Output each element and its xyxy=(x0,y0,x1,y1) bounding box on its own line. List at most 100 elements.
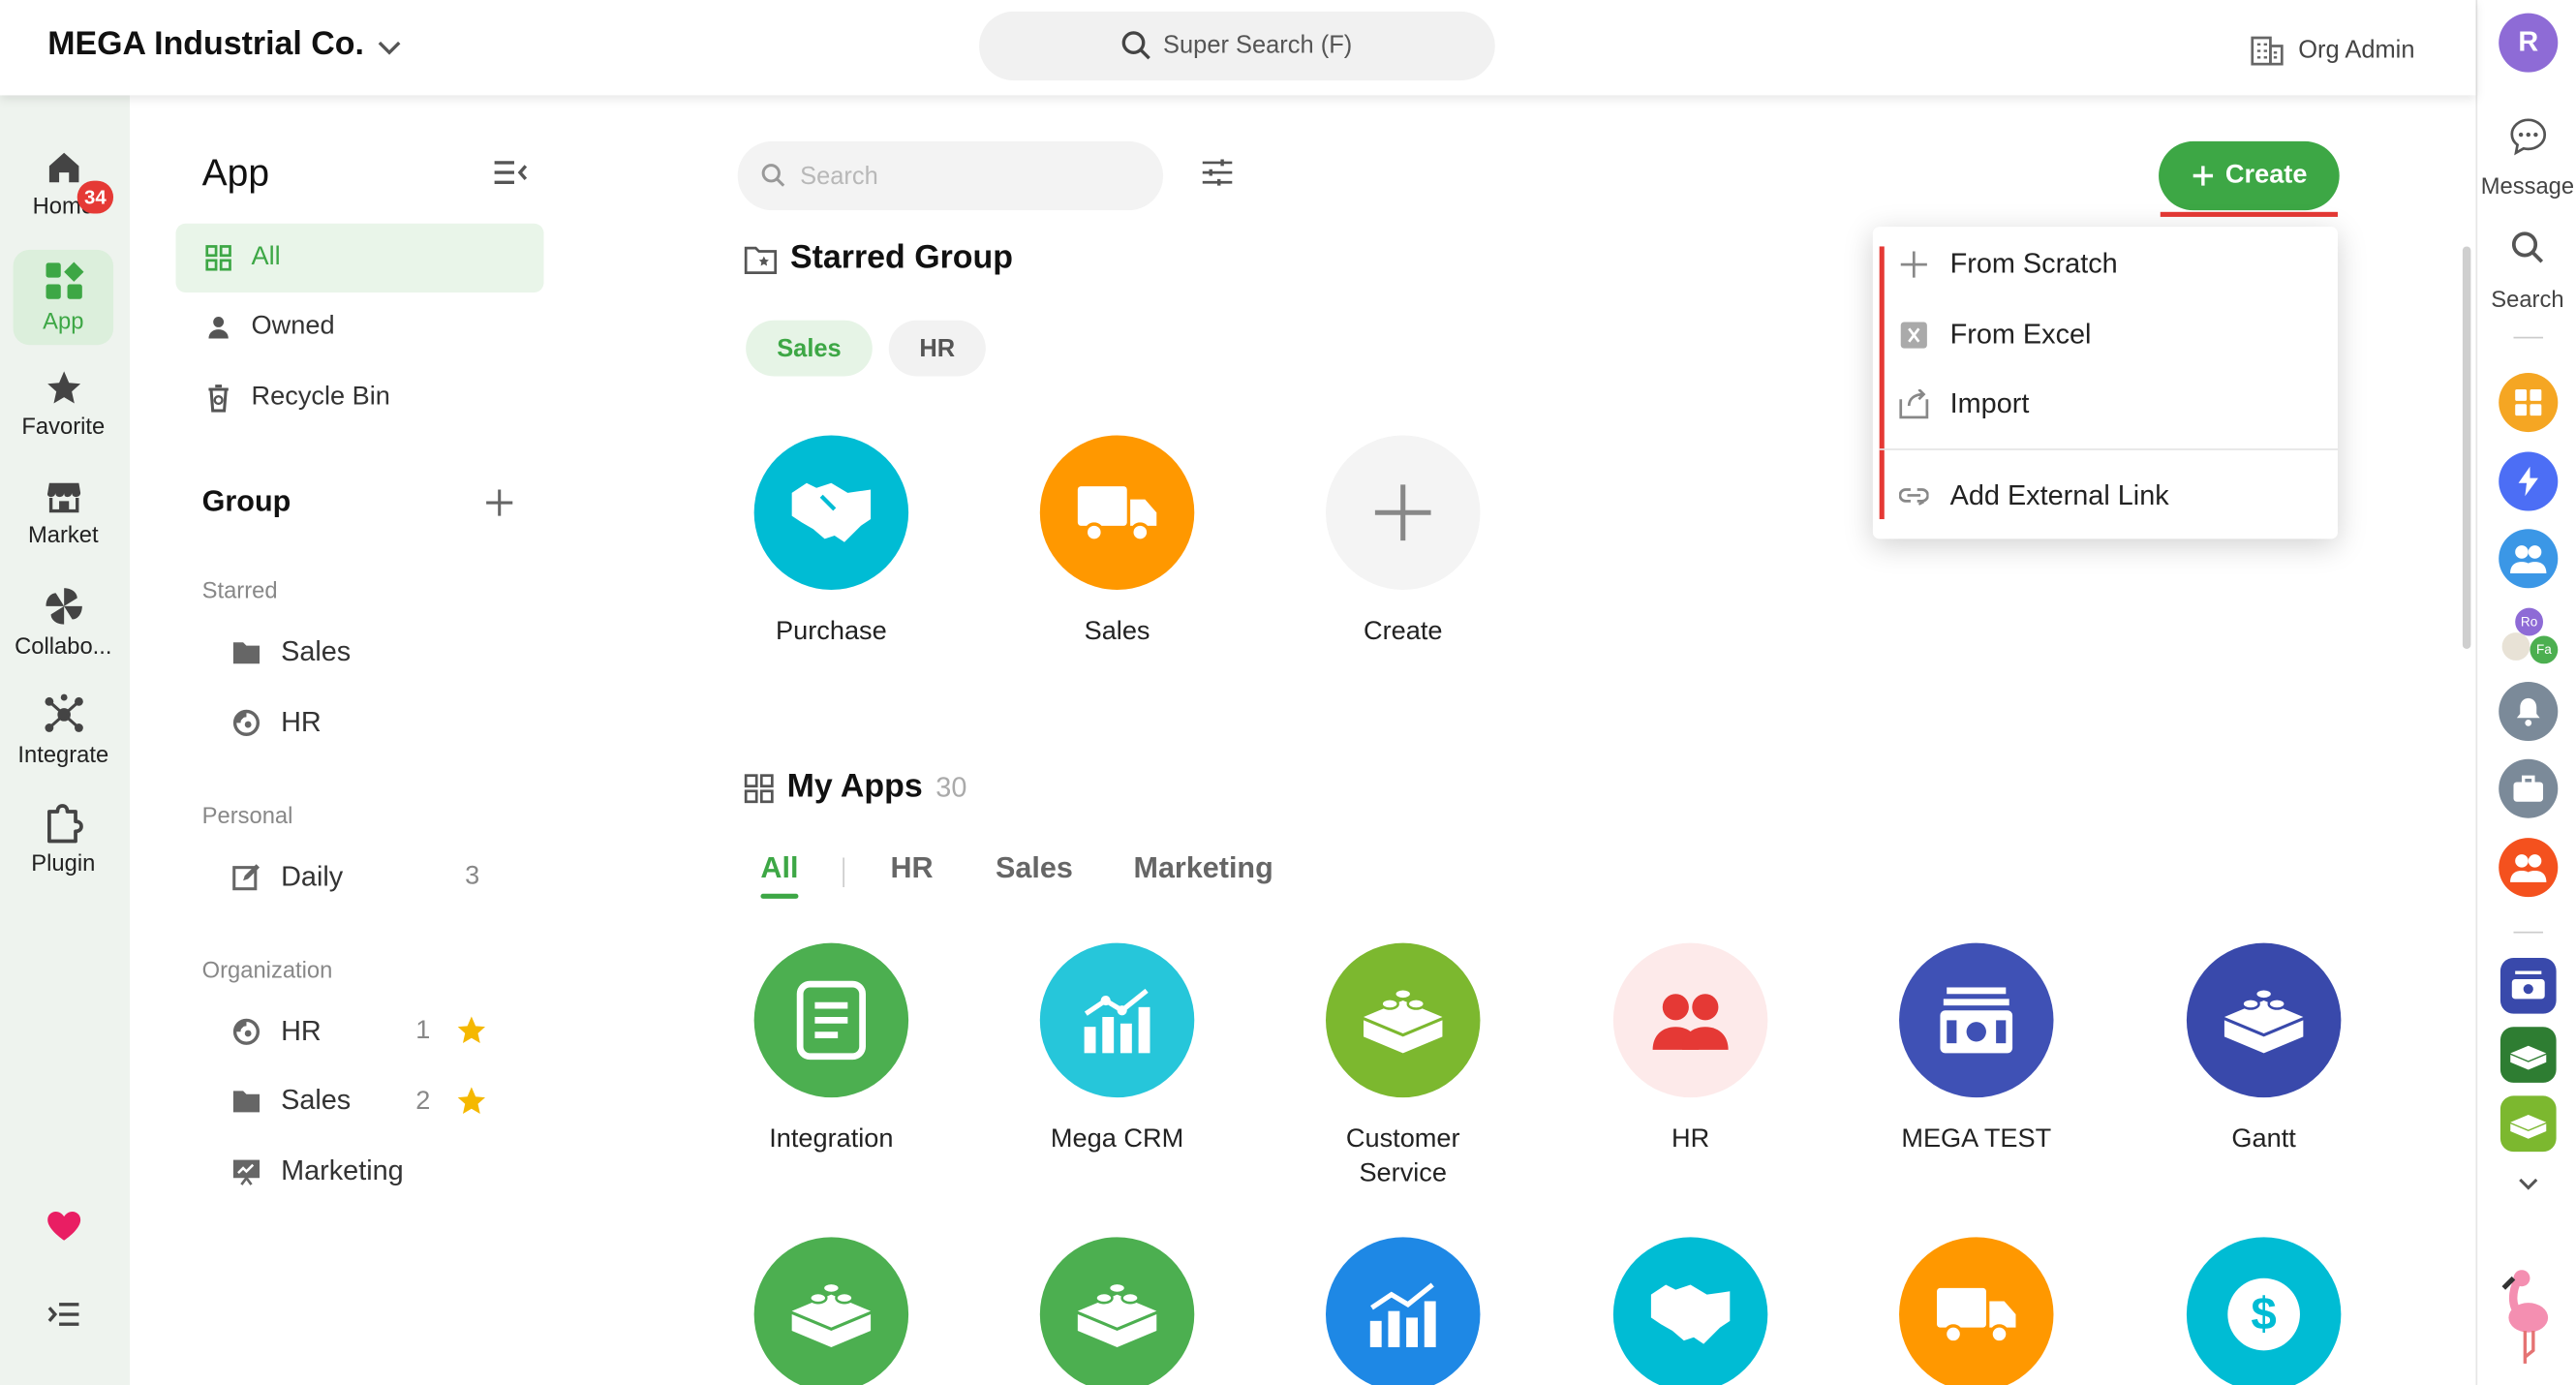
org-name[interactable]: MEGA Industrial Co. xyxy=(47,26,364,64)
edit-note-icon xyxy=(232,864,261,891)
block-icon[interactable] xyxy=(2499,1095,2557,1153)
app-tile-mega-test[interactable]: MEGA TEST xyxy=(1870,942,2084,1157)
menu-item-from-scratch[interactable]: From Scratch xyxy=(1899,240,2118,290)
app-tile-create[interactable]: Create xyxy=(1296,435,1510,650)
group-item-org-hr[interactable]: HR xyxy=(231,1007,322,1057)
user-avatar[interactable]: R xyxy=(2499,13,2559,73)
heart-icon[interactable] xyxy=(46,1209,81,1242)
tab-sales[interactable]: Sales xyxy=(996,851,1073,886)
scrollbar[interactable] xyxy=(2462,246,2471,650)
tab-all[interactable]: All xyxy=(760,851,798,886)
tab-hr[interactable]: HR xyxy=(890,851,933,886)
app-tile-gantt[interactable]: Gantt xyxy=(2157,942,2371,1157)
app-tile-customer-service[interactable]: Customer Service xyxy=(1296,942,1510,1191)
nav-favorite[interactable]: Favorite xyxy=(14,358,113,450)
super-search-label: Super Search (F) xyxy=(1163,31,1353,60)
bar-chart-icon xyxy=(1325,1237,1481,1385)
app-tile[interactable]: $ xyxy=(2157,1237,2371,1385)
nav-plugin-label: Plugin xyxy=(31,848,96,877)
starred-group-title: Starred Group xyxy=(789,239,1013,276)
sidebar-item-owned[interactable]: Owned xyxy=(176,292,544,361)
menu-item-add-external-link[interactable]: Add External Link xyxy=(1899,472,2169,521)
star-icon[interactable] xyxy=(455,1014,488,1047)
team-icon[interactable] xyxy=(2499,529,2559,589)
expand-nav-icon[interactable] xyxy=(46,1300,81,1330)
notification-bell-icon[interactable] xyxy=(2499,681,2559,742)
chevron-down-icon[interactable] xyxy=(375,33,405,63)
sidebar-item-label: All xyxy=(251,243,281,271)
block-icon[interactable] xyxy=(2499,1027,2557,1083)
app-tile[interactable] xyxy=(1296,1237,1510,1385)
briefcase-icon[interactable] xyxy=(2499,758,2559,818)
app-search-field[interactable] xyxy=(737,140,1164,211)
nav-app[interactable]: App xyxy=(13,249,114,346)
grid-apps-icon[interactable] xyxy=(2499,373,2559,433)
plus-icon xyxy=(1900,251,1927,278)
block-icon xyxy=(2186,942,2342,1098)
tab-marketing[interactable]: Marketing xyxy=(1134,851,1273,886)
create-button[interactable]: Create xyxy=(2159,140,2340,211)
tile-label: Mega CRM xyxy=(1050,1124,1184,1154)
cash-register-icon[interactable] xyxy=(2499,957,2557,1014)
collapse-sidebar-icon[interactable] xyxy=(493,158,529,188)
app-tile-integration[interactable]: Integration xyxy=(724,942,938,1157)
chevron-down-icon[interactable] xyxy=(2515,1173,2541,1196)
nav-plugin[interactable]: Plugin xyxy=(14,792,113,884)
org-admin-button[interactable]: Org Admin xyxy=(2249,31,2414,67)
recent-contacts[interactable]: Ro Fa xyxy=(2499,607,2559,667)
add-group-icon[interactable] xyxy=(483,486,516,519)
message-icon[interactable] xyxy=(2508,116,2548,156)
nav-market[interactable]: Market xyxy=(14,467,113,559)
sidebar-item-all[interactable]: All xyxy=(175,223,544,292)
app-tile[interactable] xyxy=(1870,1237,2084,1385)
app-tile-purchase[interactable]: Purchase xyxy=(724,435,938,650)
group-chat-icon[interactable] xyxy=(2499,838,2559,898)
star-icon[interactable] xyxy=(455,1085,488,1118)
app-tile-mega-crm[interactable]: Mega CRM xyxy=(1010,942,1224,1157)
nav-collaboration[interactable]: Collabo... xyxy=(14,575,113,667)
app-tile[interactable] xyxy=(724,1237,938,1385)
support-head-icon xyxy=(232,1018,261,1045)
group-item-hr[interactable]: HR xyxy=(231,698,322,748)
group-item-label: Sales xyxy=(281,635,352,667)
starred-group-heading: Starred Group xyxy=(744,239,1013,278)
app-search-input[interactable] xyxy=(800,156,1129,196)
menu-item-import[interactable]: Import xyxy=(1899,380,2029,429)
group-item-marketing[interactable]: Marketing xyxy=(231,1147,404,1196)
nav-integrate[interactable]: Integrate xyxy=(14,684,113,776)
filter-icon[interactable] xyxy=(1201,158,1234,188)
automation-icon[interactable] xyxy=(2499,451,2559,511)
group-item-org-sales[interactable]: Sales xyxy=(231,1076,351,1125)
search-icon xyxy=(1120,30,1153,63)
chip-sales[interactable]: Sales xyxy=(746,320,873,377)
sidebar-item-recycle-bin[interactable]: Recycle Bin xyxy=(176,363,544,432)
menu-item-from-excel[interactable]: From Excel xyxy=(1899,311,2091,360)
my-apps-heading: My Apps 30 xyxy=(744,769,966,807)
group-heading: Group xyxy=(201,484,291,518)
menu-highlight-bar xyxy=(1879,246,1885,520)
contact-avatar: Ro xyxy=(2515,607,2544,636)
search-icon xyxy=(761,164,785,187)
dollar-icon: $ xyxy=(2186,1237,2342,1385)
plus-icon xyxy=(1325,435,1481,590)
block-icon xyxy=(1039,1237,1195,1385)
pinwheel-icon xyxy=(45,588,81,625)
person-icon xyxy=(208,317,229,339)
nav-home[interactable]: Home 34 xyxy=(14,138,114,230)
group-item-label: HR xyxy=(281,1015,322,1047)
flamingo-mascot-icon[interactable] xyxy=(2498,1269,2557,1374)
app-tile-sales[interactable]: Sales xyxy=(1010,435,1224,650)
sidebar-title: App xyxy=(201,151,270,195)
search-icon[interactable] xyxy=(2510,230,2546,265)
app-tile[interactable] xyxy=(1010,1237,1224,1385)
handshake-icon xyxy=(1612,1237,1768,1385)
group-item-sales[interactable]: Sales xyxy=(231,628,351,677)
integrate-icon xyxy=(44,693,82,732)
app-tile[interactable] xyxy=(1583,1237,1797,1385)
puzzle-icon xyxy=(46,804,82,844)
chip-hr[interactable]: HR xyxy=(888,320,986,377)
create-menu: From Scratch From Excel Import Add Exter… xyxy=(1872,227,2338,539)
group-item-daily[interactable]: Daily xyxy=(231,852,343,902)
super-search-bar[interactable]: Super Search (F) xyxy=(979,11,1495,81)
app-tile-hr[interactable]: HR xyxy=(1583,942,1797,1157)
